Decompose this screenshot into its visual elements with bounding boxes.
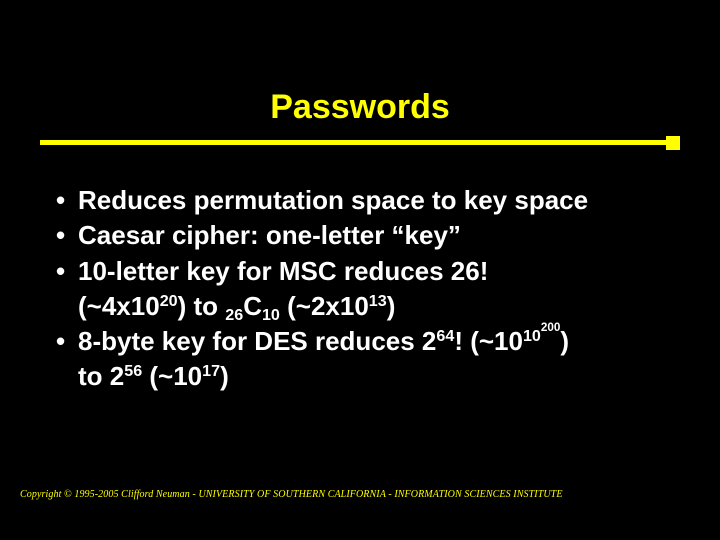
bullet-3-line1: 10-letter key for MSC reduces 26! [78,256,488,286]
b4b-part2: (~10 [142,361,202,391]
b4b-exp1: 56 [124,362,142,380]
bullet-1: •Reduces permutation space to key space [56,184,676,217]
copyright-footer: Copyright © 1995-2005 Clifford Neuman - … [20,489,563,500]
b3-part3: C [243,291,262,321]
b4b-part3: ) [220,361,229,391]
bullet-1-text: Reduces permutation space to key space [78,185,588,215]
b4-exp2: 10 [523,327,541,345]
title-underline [40,136,680,150]
b4b-part1: to 2 [78,361,124,391]
bullet-3-cont: (~4x1020) to 26C10 (~2x1013) [56,290,676,323]
b4-exp1: 64 [436,327,454,345]
b4-part1: 8-byte key for DES reduces 2 [78,326,436,356]
bullet-2-text: Caesar cipher: one-letter “key” [78,220,461,250]
underline-endcap [666,136,680,150]
body-text: •Reduces permutation space to key space … [56,184,676,396]
b3-sub2: 10 [262,306,280,324]
page-title: Passwords [270,88,450,126]
bullet-4-cont: to 256 (~1017) [56,360,676,393]
b4-expexp: 200 [541,321,561,334]
b3-part1: (~4x10 [78,291,160,321]
b3-sub1: 26 [225,306,243,324]
bullet-dot: • [56,255,78,288]
bullet-dot: • [56,219,78,252]
b3-part5: ) [387,291,396,321]
bullet-dot: • [56,184,78,217]
b3-exp1: 20 [160,292,178,310]
b4b-exp2: 17 [202,362,220,380]
bullet-3: •10-letter key for MSC reduces 26! [56,255,676,288]
bullet-dot: • [56,325,78,358]
b3-part4: (~2x10 [280,291,369,321]
underline-bar [40,140,680,145]
title-container: Passwords [0,88,720,127]
slide: Passwords •Reduces permutation space to … [0,0,720,540]
b4-part3: ) [560,326,569,356]
b3-exp2: 13 [369,292,387,310]
bullet-4: •8-byte key for DES reduces 264! (~10102… [56,325,676,358]
bullet-2: •Caesar cipher: one-letter “key” [56,219,676,252]
b4-part2: ! (~10 [454,326,523,356]
b3-part2: ) to [178,291,226,321]
